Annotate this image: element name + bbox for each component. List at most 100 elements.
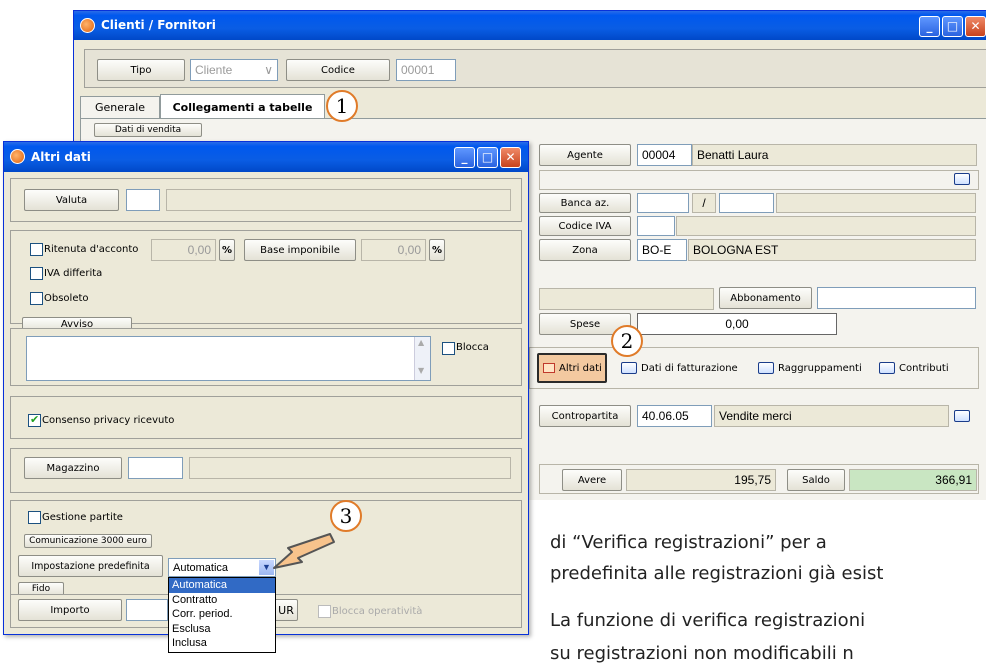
banca-cab-field[interactable] [719,193,774,213]
raggruppamenti-button[interactable]: Raggruppamenti [778,363,862,374]
banca-abi-field[interactable] [637,193,689,213]
valuta-desc [166,189,511,211]
magazzino-field[interactable] [128,457,183,479]
option-esclusa[interactable]: Esclusa [169,622,275,637]
main-titlebar[interactable]: Clienti / Fornitori _ □ ✕ [74,11,986,40]
blocca-operativita-label: Blocca operatività [332,606,423,617]
tipo-label: Tipo [97,59,185,81]
avere-field: 195,75 [626,469,776,491]
codice-field[interactable]: 00001 [396,59,456,81]
abbonamento-field[interactable] [817,287,976,309]
tab-generale[interactable]: Generale [80,96,160,118]
group-dati-vendita: Dati di vendita [94,123,202,137]
lookup-icon[interactable] [954,173,970,185]
contropartita-code-field[interactable]: 40.06.05 [637,405,712,427]
blocca-checkbox[interactable] [442,342,455,355]
scroll-up-icon[interactable]: ▲ [418,338,424,347]
agente-name-field: Benatti Laura [692,144,977,166]
dati-fatturazione-icon[interactable] [621,362,637,374]
agente-label: Agente [539,144,631,166]
altri-dati-button[interactable]: Altri dati [537,353,607,383]
ritenuta-field: 0,00 [151,239,216,261]
saldo-label: Saldo [787,469,845,491]
dialog-close-icon[interactable]: ✕ [500,147,521,168]
privacy-label: Consenso privacy ricevuto [42,415,175,426]
codice-iva-field[interactable] [637,216,675,236]
row-blank [539,170,979,190]
codice-iva-label: Codice IVA [539,216,631,236]
ritenuta-percent: % [219,239,235,261]
dialog-titlebar[interactable]: Altri dati _ □ ✕ [4,142,528,172]
zona-code-field[interactable]: BO-E [637,239,687,261]
impostazione-dropdown: Automatica Contratto Corr. period. Esclu… [168,577,276,653]
codice-label: Codice [286,59,390,81]
close-icon[interactable]: ✕ [965,16,986,37]
banca-separator: / [692,193,716,213]
zona-label: Zona [539,239,631,261]
abbonamento-label: Abbonamento [719,287,812,309]
tab-collegamenti[interactable]: Collegamenti a tabelle [160,94,325,119]
chevron-down-icon: ∨ [264,63,273,77]
banca-desc-field [776,193,976,213]
obsoleto-label: Obsoleto [44,293,89,304]
option-inclusa[interactable]: Inclusa [169,636,275,651]
spese-field[interactable]: 0,00 [637,313,837,335]
blocca-operativita-checkbox[interactable] [318,605,331,618]
contropartita-lookup-icon[interactable] [954,410,970,422]
comunicazione-group: Comunicazione 3000 euro [24,534,152,548]
dialog-minimize-icon[interactable]: _ [454,147,475,168]
callout-1: 1 [326,90,358,122]
arrow-icon [273,533,335,569]
gestione-partite-checkbox[interactable] [28,511,41,524]
prose-line-1: di “Verifica registrazioni” per a [550,532,827,553]
iva-differita-checkbox[interactable] [30,267,43,280]
altri-dati-dialog: Altri dati _ □ ✕ Valuta Ritenuta d'accon… [3,141,529,653]
contributi-icon[interactable] [879,362,895,374]
base-percent: % [429,239,445,261]
avere-label: Avere [562,469,622,491]
app-icon [80,18,95,33]
raggruppamenti-icon[interactable] [758,362,774,374]
base-imponibile-field: 0,00 [361,239,426,261]
banca-label: Banca az. [539,193,631,213]
option-contratto[interactable]: Contratto [169,593,275,608]
contropartita-name-field: Vendite merci [714,405,949,427]
obsoleto-checkbox[interactable] [30,292,43,305]
valuta-label: Valuta [24,189,119,211]
dialog-maximize-icon[interactable]: □ [477,147,498,168]
blank-wide-field [539,288,714,310]
altri-dati-icon [543,363,555,373]
minimize-icon[interactable]: _ [919,16,940,37]
importo-label: Importo [18,599,122,621]
importo-field[interactable] [126,599,168,621]
valuta-field[interactable] [126,189,160,211]
ritenuta-label: Ritenuta d'acconto [44,244,139,255]
zona-name-field: BOLOGNA EST [688,239,976,261]
iva-differita-label: IVA differita [44,268,103,279]
tipo-select[interactable]: Cliente ∨ [190,59,278,81]
ritenuta-checkbox[interactable] [30,243,43,256]
privacy-checkbox[interactable] [28,413,41,427]
option-corr-period[interactable]: Corr. period. [169,607,275,622]
eur-label: UR [274,599,298,621]
callout-2: 2 [611,325,643,357]
impostazione-select[interactable]: Automatica ▼ [168,558,276,577]
prose-line-4: su registrazioni non modificabili n [550,643,854,664]
option-automatica[interactable]: Automatica [169,578,275,593]
avviso-textarea[interactable] [26,336,431,381]
contributi-button[interactable]: Contributi [899,363,949,374]
magazzino-desc [189,457,511,479]
prose-line-3: La funzione di verifica registrazioni [550,610,866,631]
impostazione-label: Impostazione predefinita [18,555,163,577]
main-window-title: Clienti / Fornitori [101,18,216,32]
scroll-down-icon[interactable]: ▼ [418,366,424,375]
maximize-icon[interactable]: □ [942,16,963,37]
dialog-app-icon [10,149,25,164]
avviso-scrollbar[interactable]: ▲ ▼ [414,337,430,380]
agente-code-field[interactable]: 00004 [637,144,692,166]
dati-fatturazione-button[interactable]: Dati di fatturazione [641,363,738,374]
prose-line-2: predefinita alle registrazioni già esist [550,563,884,584]
base-imponibile-label: Base imponibile [244,239,356,261]
blocca-label: Blocca [456,342,489,353]
saldo-field: 366,91 [849,469,977,491]
